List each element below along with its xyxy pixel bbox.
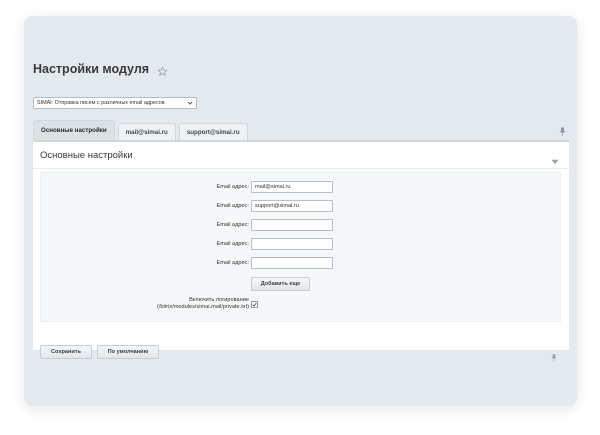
add-more-button[interactable]: Добавить еще — [251, 277, 310, 291]
email-label: Email адрес: — [216, 184, 250, 190]
logging-label: Включить логирование — [189, 297, 249, 303]
page-title: Настройки модуля — [33, 62, 150, 76]
settings-panel: Основные настройки Email адрес: Email ад… — [33, 140, 569, 362]
email-field-3[interactable] — [251, 219, 333, 231]
email-label: Email адрес: — [216, 260, 250, 266]
tab-mail-simai[interactable]: mail@simai.ru — [117, 123, 176, 140]
module-select[interactable]: SIMAI: Отправка писем с различных email … — [33, 97, 197, 109]
email-label: Email адрес: — [216, 222, 250, 228]
panel-header: Основные настройки — [33, 142, 569, 169]
module-select-value: SIMAI: Отправка писем с различных email … — [37, 100, 165, 106]
email-label: Email адрес: — [216, 241, 250, 247]
checkmark-icon — [252, 302, 257, 307]
pin-icon[interactable] — [559, 123, 566, 136]
tab-label: Основные настройки — [41, 127, 107, 134]
default-button[interactable]: По умолчанию — [97, 345, 159, 359]
email-label: Email адрес: — [216, 203, 250, 209]
triangle-down-icon[interactable] — [551, 152, 559, 165]
tab-support-simai[interactable]: support@simai.ru — [178, 123, 248, 140]
logging-checkbox[interactable] — [251, 301, 258, 308]
tab-label: mail@simai.ru — [125, 128, 168, 136]
tab-label: support@simai.ru — [186, 128, 240, 136]
settings-tabs: Основные настройки mail@simai.ru support… — [33, 120, 248, 140]
star-outline-icon[interactable] — [157, 64, 169, 76]
email-field-2[interactable] — [251, 200, 333, 212]
tab-main-settings[interactable]: Основные настройки — [33, 120, 115, 140]
save-button[interactable]: Сохранить — [40, 345, 92, 359]
title-row: Настройки модуля — [33, 61, 169, 77]
email-field-1[interactable] — [251, 181, 333, 193]
logging-path-label: (/bitrix/modules/simai.mail/private.txt) — [156, 304, 249, 310]
module-settings-window: Настройки модуля SIMAI: Отправка писем с… — [24, 16, 577, 406]
panel-title: Основные настройки — [40, 149, 133, 161]
pin-icon[interactable] — [551, 349, 557, 362]
email-field-5[interactable] — [251, 257, 333, 269]
email-field-4[interactable] — [251, 238, 333, 250]
form-area: Email адрес: Email адрес: Email адрес: E… — [40, 172, 561, 322]
chevron-down-icon — [187, 100, 193, 106]
